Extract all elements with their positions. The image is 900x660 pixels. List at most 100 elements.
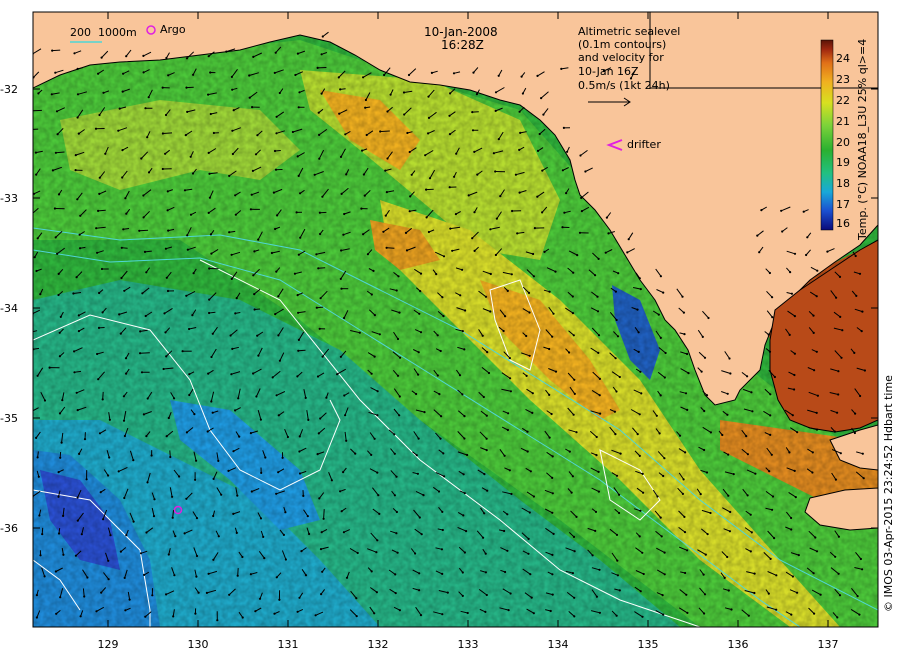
velocity-arrow-head	[771, 495, 775, 498]
velocity-arrow-head	[208, 267, 211, 270]
velocity-arrow-head	[59, 596, 62, 599]
velocity-arrow-head	[440, 415, 443, 418]
velocity-arrow-head	[195, 459, 198, 462]
velocity-arrow-head	[484, 295, 488, 298]
velocity-arrow-head	[548, 393, 551, 396]
velocity-arrow-head	[598, 611, 602, 614]
velocity-arrow-head	[142, 54, 145, 58]
velocity-arrow-head	[465, 530, 468, 533]
velocity-arrow-head	[119, 332, 122, 335]
velocity-arrow-head	[321, 35, 324, 38]
velocity-arrow-head	[615, 318, 618, 322]
velocity-arrow-head	[62, 514, 65, 518]
velocity-arrow-head	[410, 173, 413, 176]
velocity-arrow	[52, 49, 61, 52]
velocity-arrow-head	[841, 329, 844, 332]
velocity-arrow-head	[277, 471, 280, 474]
velocity-arrow-head	[262, 535, 265, 539]
velocity-arrow-head	[859, 557, 863, 561]
velocity-arrow-head	[419, 290, 422, 293]
velocity-arrow-head	[85, 478, 88, 481]
velocity-arrow-head	[212, 477, 215, 480]
velocity-arrow-head	[298, 435, 301, 438]
velocity-arrow-head	[394, 573, 397, 576]
velocity-arrow-head	[339, 355, 342, 358]
velocity-arrow-head	[230, 75, 233, 78]
velocity-arrow-head	[147, 96, 150, 99]
velocity-arrow-head	[811, 471, 814, 474]
velocity-arrow-head	[723, 576, 726, 580]
velocity-arrow-head	[54, 151, 58, 154]
map-time: 16:28Z	[441, 38, 484, 52]
velocity-arrow-head	[181, 350, 184, 353]
velocity-arrow-head	[791, 414, 794, 417]
velocity-arrow-head	[230, 277, 233, 280]
velocity-arrow-head	[375, 551, 378, 554]
velocity-arrow-head	[563, 211, 566, 214]
velocity-arrow-head	[439, 437, 442, 440]
velocity-arrow-head	[417, 437, 420, 440]
velocity-arrow-head	[173, 397, 176, 400]
velocity-arrow-head	[186, 248, 189, 251]
velocity-arrow-head	[613, 410, 617, 413]
velocity-arrow-head	[504, 570, 507, 574]
velocity-arrow-head	[121, 149, 124, 152]
velocity-arrow-head	[551, 553, 554, 557]
velocity-arrow-head	[492, 152, 495, 155]
velocity-arrow-head	[76, 519, 79, 522]
velocity-arrow-head	[548, 347, 551, 351]
velocity-arrow-head	[57, 532, 61, 535]
velocity-arrow-head	[494, 253, 497, 257]
velocity-arrow-head	[146, 481, 149, 484]
velocity-arrow-head	[681, 492, 685, 495]
velocity-arrow-head	[275, 492, 278, 495]
velocity-arrow-head	[475, 93, 478, 96]
velocity-arrow-head	[37, 92, 40, 95]
velocity-arrow-head	[781, 230, 784, 233]
velocity-arrow-head	[256, 134, 259, 137]
velocity-arrow-head	[730, 608, 733, 611]
velocity-arrow-head	[414, 552, 417, 555]
velocity-arrow-head	[316, 453, 319, 456]
velocity-arrow-head	[257, 238, 260, 241]
velocity-arrow-head	[780, 209, 783, 212]
velocity-arrow-head	[655, 414, 658, 417]
velocity-arrow-head	[109, 534, 112, 537]
velocity-arrow-head	[234, 194, 237, 197]
velocity-arrow-head	[615, 390, 618, 393]
velocity-arrow-head	[43, 399, 47, 402]
velocity-arrow-head	[125, 372, 128, 375]
velocity-arrow-head	[678, 434, 682, 437]
velocity-arrow-head	[57, 193, 61, 196]
velocity-arrow-head	[441, 613, 444, 616]
velocity-arrow-head	[254, 610, 257, 613]
velocity-arrow-head	[709, 431, 713, 434]
velocity-arrow-head	[438, 393, 441, 396]
velocity-arrow-head	[217, 535, 220, 538]
velocity-arrow-head	[768, 271, 772, 275]
velocity-arrow-head	[167, 74, 170, 77]
velocity-arrow-head	[406, 131, 409, 135]
velocity-arrow-head	[123, 496, 126, 500]
velocity-arrow-head	[284, 511, 287, 514]
velocity-arrow-head	[394, 592, 397, 595]
velocity-arrow-head	[194, 478, 197, 481]
velocity-arrow-head	[370, 372, 373, 375]
velocity-arrow-head	[249, 208, 252, 211]
velocity-arrow-head	[812, 331, 815, 334]
velocity-arrow-head	[165, 435, 168, 438]
velocity-arrow-head	[58, 412, 62, 415]
velocity-arrow-head	[408, 210, 411, 213]
velocity-arrow-head	[58, 355, 62, 358]
velocity-arrow-head	[703, 593, 707, 596]
velocity-arrow-head	[123, 576, 126, 580]
velocity-arrow-head	[293, 272, 296, 275]
altimetry-legend-line: (0.1m contours)	[578, 38, 667, 51]
sst-map	[32, 11, 879, 628]
velocity-arrow-head	[575, 431, 578, 434]
velocity-arrow-head	[278, 598, 281, 601]
velocity-arrow-head	[278, 359, 281, 362]
velocity-arrow-head	[578, 231, 582, 234]
velocity-arrow-head	[425, 216, 428, 219]
velocity-arrow-head	[639, 370, 642, 373]
